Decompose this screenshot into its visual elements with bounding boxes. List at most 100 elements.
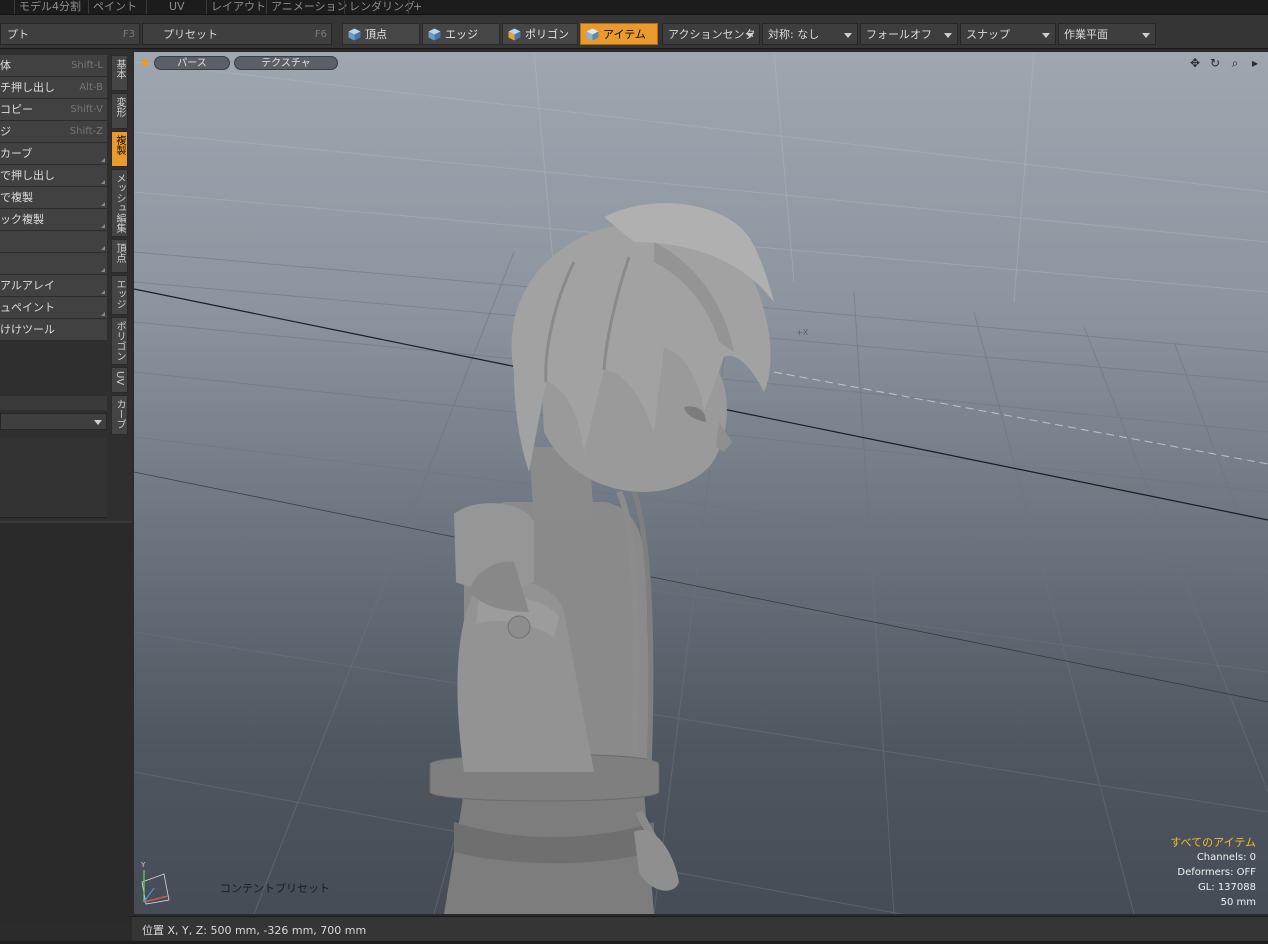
submenu-corner-icon <box>101 290 105 294</box>
vtab-label: 複製 <box>114 135 125 155</box>
mode-polygon-button[interactable]: ポリゴン <box>502 23 578 45</box>
tool-label: 体 <box>0 59 11 72</box>
tool-item[interactable] <box>0 231 107 253</box>
tab-model-4split[interactable]: モデル4分割 <box>14 0 85 14</box>
pan-icon[interactable]: ✥ <box>1188 56 1202 70</box>
info-deformers: Deformers: OFF <box>1177 867 1256 878</box>
chevron-down-icon <box>944 33 952 38</box>
falloff-label: フォールオフ <box>866 28 932 41</box>
symmetry-dropdown[interactable]: 対称: なし <box>762 23 858 45</box>
chevron-down-icon <box>1042 33 1050 38</box>
tool-item[interactable]: ック複製 <box>0 209 107 231</box>
action-center-dropdown[interactable]: アクションセンター <box>662 23 760 63</box>
mode-edge-button[interactable]: エッジ <box>422 23 500 45</box>
tool-label: で複製 <box>0 191 33 204</box>
vtab-label: 変形 <box>114 97 125 117</box>
info-gl: GL: 137088 <box>1197 882 1256 893</box>
tool-label: アルアレイ <box>0 279 55 292</box>
tab-layout[interactable]: レイアウト <box>206 0 270 14</box>
vtab-uv[interactable]: UV <box>111 367 128 393</box>
vtab-label: 頂点 <box>114 243 125 263</box>
tool-shortcut: Shift-Z <box>69 126 103 137</box>
tool-label: ジ <box>0 125 11 138</box>
preset-label: プリセット <box>163 28 218 41</box>
tool-item[interactable]: コピー Shift-V <box>0 99 107 121</box>
tool-list: 体 Shift-L チ押し出し Alt-B コピー Shift-V ジ Shift-Z … <box>0 55 107 341</box>
tool-shortcut: Shift-V <box>70 104 103 115</box>
work-plane-label: 作業平面 <box>1064 28 1108 41</box>
tool-item[interactable]: チ押し出し Alt-B <box>0 77 107 99</box>
shading-texture-button[interactable]: テクスチャ <box>234 56 338 70</box>
character-model[interactable] <box>429 203 774 914</box>
submenu-corner-icon <box>101 180 105 184</box>
vtab-polygon[interactable]: ポリゴン <box>111 317 128 365</box>
tool-label: カーブ <box>0 147 33 160</box>
falloff-dropdown[interactable]: フォールオフ <box>860 23 958 45</box>
mode-item-button[interactable]: アイテム <box>580 23 658 45</box>
symmetry-label: 対称: なし <box>768 28 820 41</box>
vtab-vertex[interactable]: 頂点 <box>111 239 128 273</box>
snap-dropdown[interactable]: スナップ <box>960 23 1056 45</box>
zoom-icon[interactable]: ⌕ <box>1228 56 1242 70</box>
content-preset-label[interactable]: コンテントプリセット <box>220 880 330 896</box>
submenu-corner-icon <box>101 224 105 228</box>
info-channels: Channels: 0 <box>1196 852 1256 863</box>
tool-item[interactable]: ュペイント <box>0 297 107 319</box>
rotate-icon[interactable]: ↻ <box>1208 56 1222 70</box>
chevron-down-icon <box>94 420 102 425</box>
panel-divider <box>0 396 107 410</box>
tool-label: ュペイント <box>0 301 55 314</box>
expand-arrow-icon[interactable]: ▸ <box>1248 56 1262 70</box>
panel-lower-area <box>0 521 132 923</box>
tool-label: けけツール <box>0 323 55 336</box>
position-readout: 位置 X, Y, Z: 500 mm, -326 mm, 700 mm <box>142 924 367 937</box>
tool-item[interactable]: アルアレイ <box>0 275 107 297</box>
vtab-curve[interactable]: カーブ <box>111 395 128 435</box>
vtab-label: カーブ <box>114 399 125 429</box>
svg-text:Y: Y <box>140 861 146 869</box>
tab-add[interactable]: + <box>408 0 426 14</box>
tool-item[interactable]: ジ Shift-Z <box>0 121 107 143</box>
panel-properties <box>0 437 107 518</box>
tool-shortcut: Shift-L <box>71 60 103 71</box>
chevron-down-icon <box>844 33 852 38</box>
tab-paint[interactable]: ペイント <box>88 0 141 14</box>
tool-item[interactable]: で押し出し <box>0 165 107 187</box>
preset-field[interactable]: プリセット F6 <box>142 23 332 45</box>
3d-viewport[interactable]: +X Y ● パース テクスチャ ✥ ↻ ⌕ ▸ コンテントプリセット すべての… <box>134 52 1268 914</box>
tool-shortcut: Alt-B <box>79 82 103 93</box>
viewport-menu-icon[interactable]: ● <box>138 56 152 70</box>
tool-item[interactable]: で複製 <box>0 187 107 209</box>
vertex-cube-icon <box>348 28 361 41</box>
tab-animation[interactable]: アニメーション <box>266 0 352 14</box>
view-perspective-button[interactable]: パース <box>154 56 230 70</box>
tool-item[interactable]: けけツール <box>0 319 107 341</box>
vtab-mesh-edit[interactable]: メッシュ編集 <box>111 169 128 237</box>
vtab-deform[interactable]: 変形 <box>111 93 128 129</box>
preset-shortcut: F6 <box>314 29 327 40</box>
info-title: すべてのアイテム <box>1170 836 1256 849</box>
mode-vertex-button[interactable]: 頂点 <box>342 23 420 45</box>
vtab-basic[interactable]: 基本 <box>111 55 128 91</box>
panel-dropdown[interactable] <box>0 413 107 430</box>
info-grid-size: 50 mm <box>1220 897 1256 908</box>
submenu-corner-icon <box>101 202 105 206</box>
layout-tab-bar: モデル4分割 ペイント UV レイアウト アニメーション レンダリング + <box>0 0 1268 15</box>
polygon-cube-icon <box>508 28 521 41</box>
mode-item-label: アイテム <box>603 28 646 41</box>
vtab-label: メッシュ編集 <box>114 173 125 233</box>
vtab-edge[interactable]: エッジ <box>111 275 128 315</box>
tool-item[interactable] <box>0 253 107 275</box>
script-field[interactable]: プト F3 <box>0 23 140 45</box>
work-plane-dropdown[interactable]: 作業平面 <box>1058 23 1156 45</box>
tab-uv[interactable]: UV <box>146 0 207 14</box>
tool-item[interactable]: 体 Shift-L <box>0 55 107 77</box>
submenu-corner-icon <box>101 268 105 272</box>
tool-item[interactable]: カーブ <box>0 143 107 165</box>
axis-guide-line <box>773 371 1268 465</box>
script-shortcut: F3 <box>122 29 135 40</box>
tool-label: コピー <box>0 103 33 116</box>
vtab-duplicate[interactable]: 複製 <box>111 131 128 167</box>
vtab-label: UV <box>114 371 125 386</box>
submenu-corner-icon <box>101 312 105 316</box>
